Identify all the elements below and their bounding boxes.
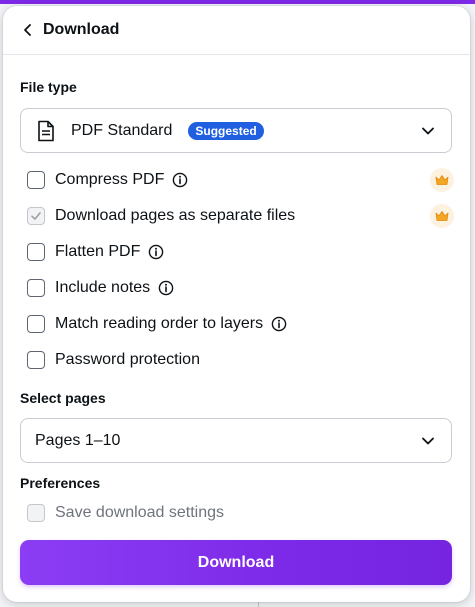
option-flatten-pdf[interactable]: Flatten PDF bbox=[27, 240, 164, 264]
download-button[interactable]: Download bbox=[20, 540, 452, 585]
option-label: Compress PDF bbox=[55, 171, 165, 188]
checkbox-reading-order[interactable] bbox=[27, 315, 45, 333]
info-icon[interactable] bbox=[172, 172, 188, 188]
chevron-down-icon bbox=[419, 122, 437, 140]
select-pages-value: Pages 1–10 bbox=[35, 431, 121, 449]
info-icon[interactable] bbox=[271, 316, 287, 332]
option-password-protection[interactable]: Password protection bbox=[27, 348, 200, 372]
panel-title: Download bbox=[43, 21, 120, 38]
select-pages-label: Select pages bbox=[20, 390, 106, 406]
option-separate-files[interactable]: Download pages as separate files bbox=[27, 204, 295, 228]
option-save-settings[interactable]: Save download settings bbox=[27, 501, 224, 525]
info-icon[interactable] bbox=[158, 280, 174, 296]
checkbox-save-settings[interactable] bbox=[27, 504, 45, 522]
checkbox-password-protection[interactable] bbox=[27, 351, 45, 369]
chevron-left-icon bbox=[19, 21, 37, 39]
crown-icon bbox=[430, 168, 454, 192]
crown-icon bbox=[430, 204, 454, 228]
file-type-select[interactable]: PDF Standard Suggested bbox=[20, 108, 452, 153]
option-label: Save download settings bbox=[55, 504, 224, 521]
checkbox-include-notes[interactable] bbox=[27, 279, 45, 297]
option-include-notes[interactable]: Include notes bbox=[27, 276, 174, 300]
panel-header: Download bbox=[3, 6, 470, 55]
info-icon[interactable] bbox=[148, 244, 164, 260]
suggested-badge: Suggested bbox=[188, 121, 264, 140]
document-icon bbox=[35, 120, 57, 142]
checkbox-flatten-pdf[interactable] bbox=[27, 243, 45, 261]
file-type-value: PDF Standard bbox=[71, 121, 173, 139]
checkbox-separate-files[interactable] bbox=[27, 207, 45, 225]
download-panel: Download File type PDF Standard Suggeste… bbox=[3, 6, 470, 602]
option-label: Flatten PDF bbox=[55, 243, 141, 260]
back-button[interactable]: Download bbox=[19, 21, 119, 39]
preferences-label: Preferences bbox=[20, 475, 101, 491]
option-reading-order[interactable]: Match reading order to layers bbox=[27, 312, 287, 336]
select-pages-dropdown[interactable]: Pages 1–10 bbox=[20, 418, 452, 463]
option-label: Include notes bbox=[55, 279, 151, 296]
chevron-down-icon bbox=[419, 432, 437, 450]
option-compress-pdf[interactable]: Compress PDF bbox=[27, 168, 188, 192]
file-type-label: File type bbox=[20, 79, 77, 95]
option-label: Password protection bbox=[55, 351, 200, 368]
option-label: Download pages as separate files bbox=[55, 207, 296, 224]
option-label: Match reading order to layers bbox=[55, 315, 264, 332]
checkbox-compress-pdf[interactable] bbox=[27, 171, 45, 189]
editor-top-bar bbox=[0, 0, 475, 4]
